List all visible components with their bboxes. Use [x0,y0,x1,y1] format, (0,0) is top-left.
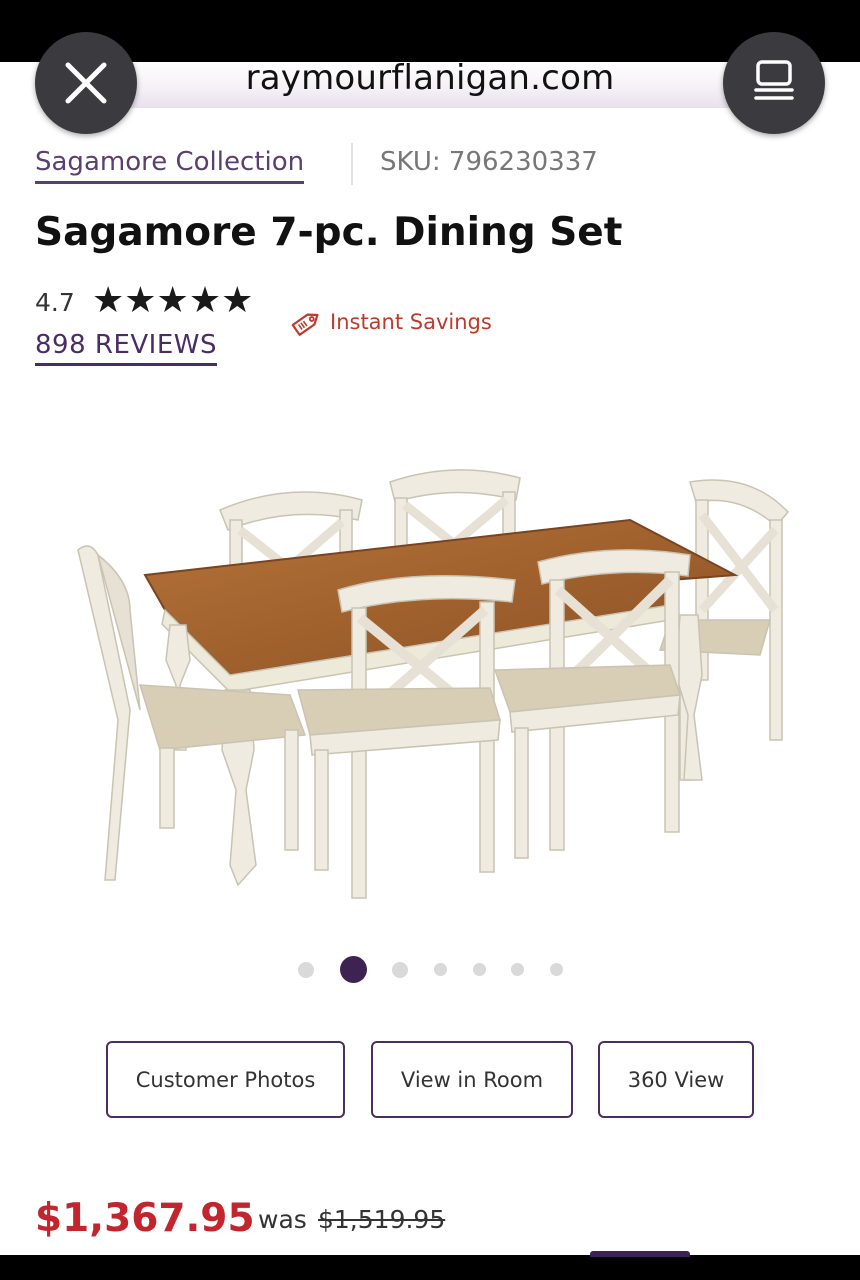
carousel-dot[interactable] [550,963,563,976]
rating-value: 4.7 [35,288,75,317]
close-icon [65,62,107,104]
price-tag-icon [291,313,319,336]
tabs-button[interactable] [723,32,825,134]
view-in-room-button[interactable]: View in Room [371,1041,573,1118]
reviews-link[interactable]: 898 REVIEWS [35,330,217,366]
customer-photos-button[interactable]: Customer Photos [106,1041,345,1118]
instant-savings-label: Instant Savings [330,310,492,334]
breadcrumb-divider [351,143,353,185]
bottom-bar [0,1255,860,1280]
carousel-dot[interactable] [434,963,447,976]
carousel-dot[interactable] [392,962,408,978]
carousel-dot[interactable] [473,963,486,976]
product-title: Sagamore 7-pc. Dining Set [35,210,623,255]
carousel-dot[interactable] [511,963,524,976]
carousel-dots [0,955,860,983]
view-360-button[interactable]: 360 View [598,1041,754,1118]
carousel-dot-active[interactable] [340,956,367,983]
tabs-icon [754,60,794,100]
rating-stars: ★★★★★ [92,280,254,321]
collection-link[interactable]: Sagamore Collection [35,147,305,184]
product-image[interactable] [70,460,800,910]
was-label: was [258,1205,307,1234]
close-button[interactable] [35,32,137,134]
sku-label: SKU: 796230337 [380,147,598,177]
current-price: $1,367.95 [35,1196,255,1241]
carousel-dot[interactable] [298,962,314,978]
original-price: $1,519.95 [318,1205,446,1234]
breadcrumb: Sagamore Collection SKU: 796230337 [35,143,825,187]
bottom-tab-indicator [590,1251,690,1257]
